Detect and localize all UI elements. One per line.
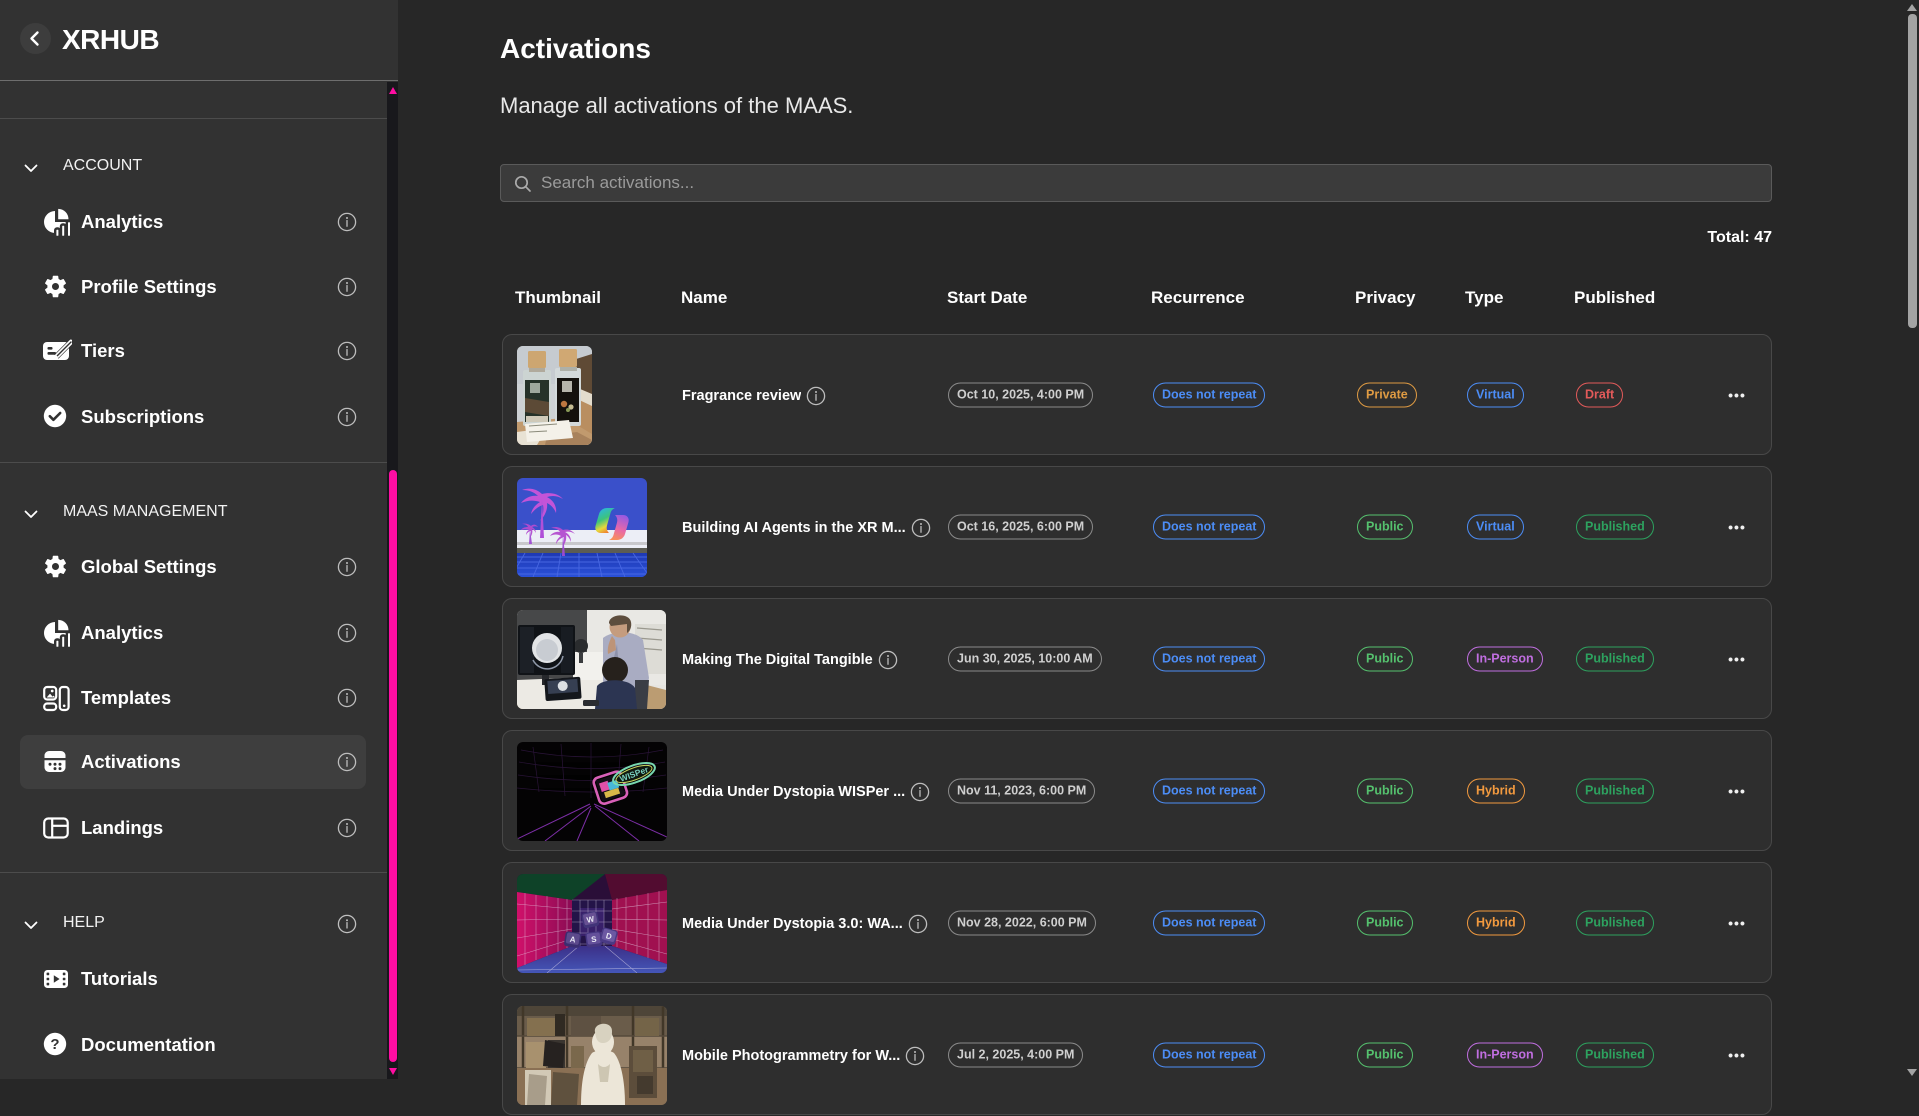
svg-text:?: ? <box>50 1036 59 1053</box>
